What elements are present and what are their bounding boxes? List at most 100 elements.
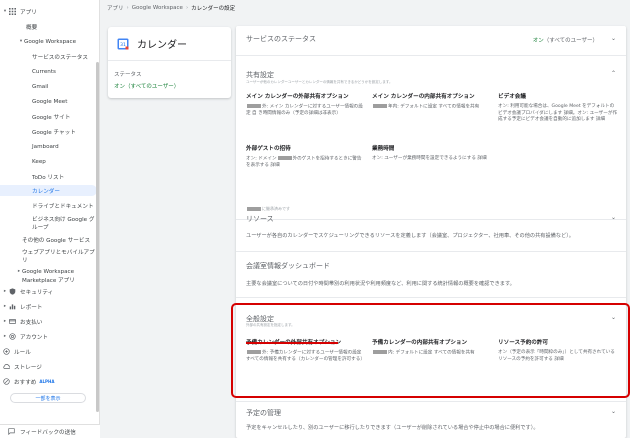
redacted-block	[373, 104, 387, 108]
section-event-management[interactable]: 予定の管理 予定をキャンセルしたり、別のユーザーに移行したりできます（ユーザーが…	[236, 402, 626, 438]
sidebar-item[interactable]: サービスのステータス	[0, 51, 97, 62]
breadcrumb: アプリ › Google Workspace › カレンダーの設定	[107, 4, 235, 12]
app-status-label: ステータス	[114, 72, 142, 78]
sidebar-item[interactable]: Gmail	[0, 81, 97, 92]
sidebar-item[interactable]: ▾ Google Workspace	[0, 36, 97, 47]
sidebar-item-label: Gmail	[32, 83, 49, 90]
app-name: カレンダー	[137, 40, 187, 51]
sidebar-item-label: Currents	[32, 68, 56, 75]
sidebar-item[interactable]: Jamboard	[0, 141, 97, 152]
shield-icon	[8, 288, 16, 296]
at-sign-icon	[8, 333, 16, 341]
show-less-button[interactable]: 一部を表示	[10, 393, 86, 403]
section-sharing-settings[interactable]: 共有設定 ユーザーが他のカレンダーユーザーとカレンダーの情報を共有できるかどうか…	[236, 62, 626, 220]
app-status-value: オン（すべてのユーザー）	[114, 84, 180, 90]
sidebar-item[interactable]: Google サイト	[0, 111, 97, 122]
sidebar-item[interactable]: Currents	[0, 66, 97, 77]
sidebar: ▾ アプリ概要 ▾ Google Workspace サービスのステータス Current…	[0, 0, 100, 438]
setting-item-heading: ビデオ会議	[498, 94, 526, 100]
breadcrumb-current: カレンダーの設定	[191, 6, 236, 12]
section-title: リソース	[246, 215, 274, 223]
chevron-down-icon[interactable]: ⌄	[611, 214, 616, 221]
highlight-box	[231, 303, 630, 398]
sidebar-item-label: ドライブとドキュメント	[32, 203, 94, 210]
sidebar-item[interactable]: ストレージ	[0, 361, 97, 372]
sidebar-item-label: カレンダー	[32, 188, 60, 195]
sidebar-item-label: ToDo リスト	[32, 174, 65, 181]
sidebar-item-label: アプリ	[20, 9, 37, 16]
chevron-up-icon[interactable]: ⌃	[611, 70, 616, 77]
section-title: サービスのステータス	[246, 35, 316, 43]
setting-item-value: 外: メイン カレンダーに対するユーザー情報の設定 自 き時間情報のみ（予定の詳…	[246, 104, 366, 118]
section-description: 主要な会議室についての日付や時間帯別の利用状況や利用頻度など、利用に関する統計情…	[246, 281, 515, 287]
redacted-block	[247, 104, 261, 108]
setting-value-text: 年内: デフォルトに設定 すべての情報を共有	[388, 104, 480, 110]
chevron-down-icon[interactable]: ⌄	[611, 35, 616, 42]
feedback-label: フィードバックの送信	[20, 429, 76, 436]
sidebar-item[interactable]: カレンダー	[0, 185, 97, 196]
breadcrumb-apps[interactable]: アプリ	[107, 4, 124, 12]
sidebar-item[interactable]: ▸ お支払い	[0, 316, 97, 327]
rules-icon	[2, 348, 10, 356]
setting-item[interactable]: メイン カレンダーの外部共有オプション外: メイン カレンダーに対するユーザー情…	[246, 92, 366, 118]
sidebar-item-label: セキュリティ	[20, 289, 54, 296]
sidebar-item-label: お支払い	[20, 319, 43, 326]
feedback-link[interactable]: フィードバックの送信	[0, 424, 100, 438]
sidebar-item[interactable]: ▾ アプリ	[0, 6, 97, 17]
setting-item-value: 年内: デフォルトに設定 すべての情報を共有	[372, 104, 492, 111]
cloud-icon	[2, 363, 10, 371]
sidebar-item[interactable]: Google Meet	[0, 96, 97, 107]
section-room-dashboard[interactable]: 会議室情報ダッシュボード 主要な会議室についての日付や時間帯別の利用状況や利用頻…	[236, 252, 626, 298]
setting-item-value: オン: ドメイン 外のゲストを招待するときに警告を表示する 詳細	[246, 156, 366, 170]
sidebar-item[interactable]: リ	[0, 254, 97, 265]
sidebar-scrollbar[interactable]	[96, 62, 99, 412]
sidebar-item-label: アカウント	[20, 334, 48, 341]
section-description: 予定をキャンセルしたり、別のユーザーに移行したりできます（ユーザーが削除されてい…	[246, 425, 539, 431]
section-resources[interactable]: リソース ユーザーが各自のカレンダーでスケジューリングできるリソースを定義します…	[236, 206, 626, 252]
section-title: 会議室情報ダッシュボード	[246, 262, 330, 270]
sidebar-item-label: ループ	[32, 224, 49, 231]
sidebar-item[interactable]: おすすめ ALPHA	[0, 376, 97, 387]
sidebar-item[interactable]: 概要	[0, 21, 97, 32]
sidebar-item[interactable]: ▸ レポート	[0, 301, 97, 312]
sidebar-item[interactable]: その他の Google サービス	[0, 234, 97, 245]
sidebar-item-label: Jamboard	[32, 143, 59, 150]
sidebar-item[interactable]: Marketplace アプリ	[0, 274, 97, 285]
setting-value-text: オン: ドメイン	[246, 156, 277, 162]
setting-item[interactable]: 業務時間オン: ユーザーが業務時間を設定できるようにする 詳細	[372, 144, 492, 163]
google-calendar-logo-icon: 31	[117, 38, 129, 49]
sidebar-item-label: ルール	[14, 349, 31, 356]
sidebar-item-label: その他の Google サービス	[22, 237, 91, 244]
sidebar-item[interactable]: ToDo リスト	[0, 171, 97, 182]
redacted-block	[277, 156, 292, 160]
sidebar-item[interactable]: ドライブとドキュメント	[0, 200, 97, 211]
section-service-status[interactable]: サービスのステータス オン（すべてのユーザー） ⌄	[236, 26, 626, 56]
setting-item[interactable]: メイン カレンダーの内部共有オプション 年内: デフォルトに設定 すべての情報を共…	[372, 92, 492, 111]
sidebar-item[interactable]: ルール	[0, 346, 97, 357]
billing-icon	[8, 318, 16, 326]
setting-item[interactable]: ビデオ会議オン: 利用可能な場合は、Google Meet をデフォルトのビデオ…	[498, 92, 618, 124]
sidebar-item[interactable]: Keep	[0, 156, 97, 167]
breadcrumb-workspace[interactable]: Google Workspace	[132, 5, 183, 11]
setting-value-text: オン: 利用可能な場合は、Google Meet をデフォルトのビデオ会議プロバ…	[498, 104, 618, 123]
status-scope: （すべてのユーザー）	[543, 38, 598, 44]
setting-item-heading: 業務時間	[372, 146, 395, 152]
sidebar-item-label: Marketplace アプリ	[22, 277, 75, 284]
sidebar-item[interactable]: Google チャット	[0, 126, 97, 137]
sidebar-item-label: リ	[22, 257, 28, 264]
chevron-down-icon[interactable]: ⌄	[611, 408, 616, 415]
setting-item-value: オン: ユーザーが業務時間を設定できるようにする 詳細	[372, 156, 492, 163]
sidebar-item-label: レポート	[20, 304, 43, 311]
sidebar-item-label: Google チャット	[32, 129, 76, 136]
setting-item-heading: 外部ゲストの招待	[246, 146, 291, 152]
app-card: 31 カレンダー ステータス オン（すべてのユーザー）	[108, 27, 231, 98]
sidebar-item[interactable]: ループ	[0, 221, 97, 232]
sidebar-item-label: 概要	[26, 24, 38, 31]
setting-item-heading: メイン カレンダーの外部共有オプション	[246, 94, 349, 100]
sidebar-item[interactable]: ▸ セキュリティ	[0, 286, 97, 297]
setting-value-text: 外: メイン カレンダーに対するユーザー情報の設定 自 き時間情報のみ（予定の詳…	[246, 104, 363, 117]
section-title: 予定の管理	[246, 409, 281, 417]
sidebar-item[interactable]: ▸ アカウント	[0, 331, 97, 342]
setting-item[interactable]: 外部ゲストの招待オン: ドメイン 外のゲストを招待するときに警告を表示する 詳細	[246, 144, 366, 170]
breadcrumb-separator: ›	[126, 5, 129, 11]
